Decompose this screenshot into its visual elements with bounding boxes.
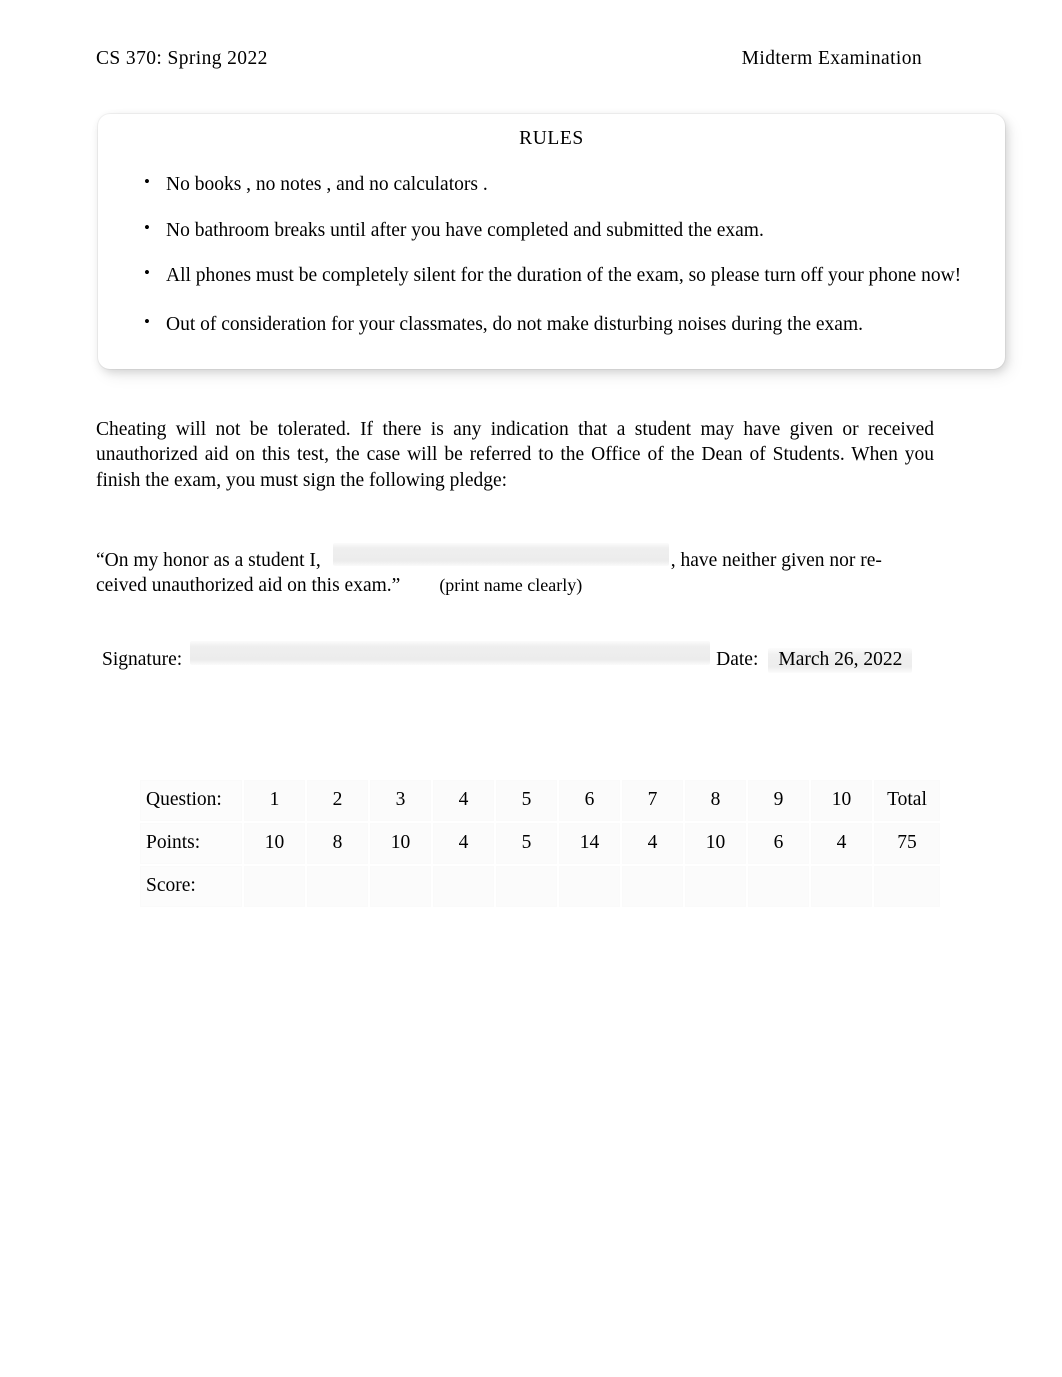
date-label: Date: bbox=[716, 649, 759, 670]
bullet-icon: • bbox=[144, 172, 150, 191]
exam-page: CS 370: Spring 2022 Midterm Examination … bbox=[0, 0, 1062, 1377]
pledge-line-two: ceived unauthorized aid on this exam.” (… bbox=[96, 573, 958, 598]
points-cell: 10 bbox=[244, 823, 305, 864]
rules-heading: RULES bbox=[519, 128, 584, 149]
total-points-cell: 75 bbox=[874, 823, 940, 864]
total-header-cell: Total bbox=[874, 780, 940, 821]
question-number-cell: 10 bbox=[811, 780, 872, 821]
points-cell: 6 bbox=[748, 823, 809, 864]
bullet-icon: • bbox=[144, 263, 150, 283]
page-header: CS 370: Spring 2022 Midterm Examination bbox=[96, 48, 966, 70]
table-row-score: Score: bbox=[140, 866, 940, 907]
rule-item-4: • Out of consideration for your classmat… bbox=[140, 312, 981, 338]
rules-list: • No books , no notes , and no calculato… bbox=[98, 172, 1005, 338]
question-number-cell: 5 bbox=[496, 780, 557, 821]
rule-text-1: No books , no notes , and no calculators… bbox=[166, 174, 488, 195]
score-cell[interactable] bbox=[307, 866, 368, 907]
table-row-points: Points: 10 8 10 4 5 14 4 10 6 4 75 bbox=[140, 823, 940, 864]
score-table: Question: 1 2 3 4 5 6 7 8 9 10 Total Poi… bbox=[138, 778, 942, 909]
points-cell: 14 bbox=[559, 823, 620, 864]
exam-title: Midterm Examination bbox=[741, 48, 922, 69]
question-number-cell: 9 bbox=[748, 780, 809, 821]
score-cell[interactable] bbox=[244, 866, 305, 907]
honor-pledge: “On my honor as a student I, , have neit… bbox=[96, 543, 958, 599]
rules-box: RULES • No books , no notes , and no cal… bbox=[98, 114, 1005, 369]
print-name-input[interactable] bbox=[332, 543, 669, 566]
points-cell: 5 bbox=[496, 823, 557, 864]
points-cell: 10 bbox=[370, 823, 431, 864]
rule-item-2: • No bathroom breaks until after you hav… bbox=[140, 218, 981, 244]
score-cell[interactable] bbox=[811, 866, 872, 907]
rule-text-2: No bathroom breaks until after you have … bbox=[166, 219, 764, 241]
bullet-icon: • bbox=[144, 312, 150, 332]
rule-item-3: • All phones must be completely silent f… bbox=[140, 263, 981, 289]
points-cell: 8 bbox=[307, 823, 368, 864]
academic-integrity-paragraph: Cheating will not be tolerated. If there… bbox=[96, 419, 934, 491]
score-cell[interactable] bbox=[622, 866, 683, 907]
points-cell: 4 bbox=[622, 823, 683, 864]
question-number-cell: 4 bbox=[433, 780, 494, 821]
pledge-text-before: “On my honor as a student I, bbox=[96, 550, 321, 571]
points-cell: 10 bbox=[685, 823, 746, 864]
bullet-icon: • bbox=[144, 217, 150, 237]
score-cell[interactable] bbox=[685, 866, 746, 907]
table-row-question: Question: 1 2 3 4 5 6 7 8 9 10 Total bbox=[140, 780, 940, 821]
points-cell: 4 bbox=[811, 823, 872, 864]
question-number-cell: 8 bbox=[685, 780, 746, 821]
rule-item-1: • No books , no notes , and no calculato… bbox=[140, 172, 981, 198]
row-label-points: Points: bbox=[140, 823, 242, 864]
date-input[interactable]: March 26, 2022 bbox=[768, 648, 913, 673]
signature-input[interactable] bbox=[190, 641, 711, 665]
print-name-note: (print name clearly) bbox=[439, 575, 583, 596]
score-cell[interactable] bbox=[559, 866, 620, 907]
row-label-question: Question: bbox=[140, 780, 242, 821]
pledge-text-continued: ceived unauthorized aid on this exam.” bbox=[96, 575, 401, 597]
question-number-cell: 6 bbox=[559, 780, 620, 821]
pledge-line-one: “On my honor as a student I, , have neit… bbox=[96, 543, 958, 573]
question-number-cell: 7 bbox=[622, 780, 683, 821]
question-number-cell: 3 bbox=[370, 780, 431, 821]
total-score-cell[interactable] bbox=[874, 866, 940, 907]
question-number-cell: 2 bbox=[307, 780, 368, 821]
points-cell: 4 bbox=[433, 823, 494, 864]
signature-label: Signature: bbox=[102, 649, 183, 670]
row-label-score: Score: bbox=[140, 866, 242, 907]
rule-text-3: All phones must be completely silent for… bbox=[166, 265, 962, 287]
course-title: CS 370: Spring 2022 bbox=[96, 48, 268, 69]
question-number-cell: 1 bbox=[244, 780, 305, 821]
rule-text-4: Out of consideration for your classmates… bbox=[166, 314, 863, 336]
score-cell[interactable] bbox=[433, 866, 494, 907]
score-cell[interactable] bbox=[496, 866, 557, 907]
signature-row: Signature: Date: March 26, 2022 bbox=[102, 641, 968, 673]
score-cell[interactable] bbox=[748, 866, 809, 907]
pledge-text-after: , have neither given nor re- bbox=[670, 550, 882, 571]
score-cell[interactable] bbox=[370, 866, 431, 907]
